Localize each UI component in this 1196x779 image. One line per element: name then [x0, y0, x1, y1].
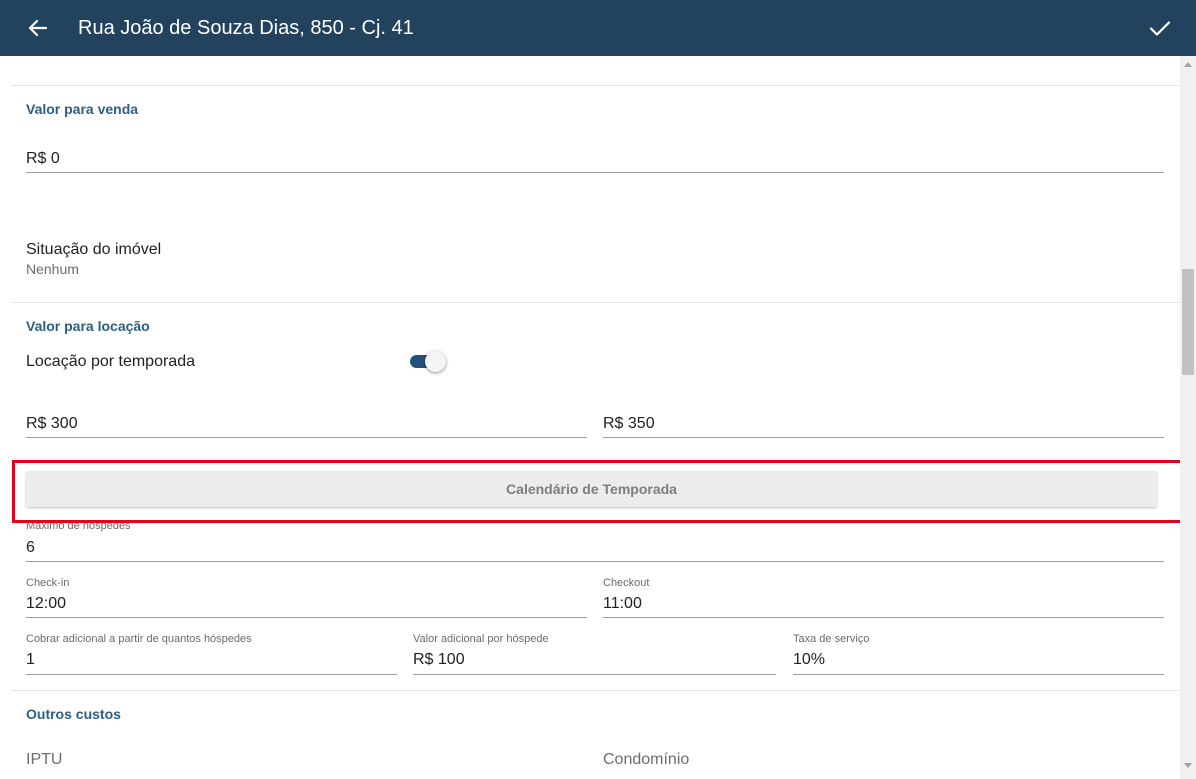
property-status-value: Nenhum	[26, 261, 79, 277]
service-fee-input[interactable]: 10%	[793, 651, 825, 669]
season-calendar-button[interactable]: Calendário de Temporada	[26, 471, 1157, 507]
property-status-label[interactable]: Situação do imóvel	[26, 241, 161, 259]
sale-price-input[interactable]: R$ 0	[26, 150, 60, 168]
rent-price-input-1[interactable]: R$ 300	[26, 415, 78, 433]
service-fee-label: Taxa de serviço	[793, 633, 870, 645]
checkin-input[interactable]: 12:00	[26, 595, 66, 613]
divider	[11, 302, 1180, 303]
confirm-button[interactable]	[1144, 12, 1176, 44]
checkout-label: Checkout	[603, 577, 650, 589]
check-icon	[1149, 21, 1171, 36]
divider	[11, 690, 1180, 691]
extra-from-input[interactable]: 1	[26, 651, 35, 669]
checkin-underline	[26, 617, 587, 618]
rent-price-2-underline	[603, 437, 1164, 438]
section-title-other-costs: Outros custos	[26, 706, 121, 722]
page-title: Rua João de Souza Dias, 850 - Cj. 41	[78, 17, 414, 39]
rent-price-1-underline	[26, 437, 587, 438]
rent-price-input-2[interactable]: R$ 350	[603, 415, 655, 433]
extra-value-underline	[413, 674, 776, 675]
extra-value-label: Valor adicional por hóspede	[413, 633, 549, 645]
back-button[interactable]	[22, 12, 54, 44]
max-guests-underline	[26, 561, 1164, 562]
arrow-left-icon	[28, 19, 48, 37]
scroll-up-arrow-icon[interactable]	[1184, 62, 1192, 67]
seasonal-rent-toggle[interactable]	[410, 349, 448, 375]
section-title-rent: Valor para locação	[26, 318, 150, 334]
form-content[interactable]: Valor para venda R$ 0 Situação do imóvel…	[0, 56, 1180, 779]
extra-value-input[interactable]: R$ 100	[413, 651, 465, 669]
iptu-input[interactable]: IPTU	[26, 751, 62, 769]
section-title-sale: Valor para venda	[26, 101, 139, 117]
sale-price-underline	[26, 172, 1164, 173]
app-bar: Rua João de Souza Dias, 850 - Cj. 41	[0, 0, 1196, 56]
extra-from-label: Cobrar adicional a partir de quantos hós…	[26, 633, 252, 645]
max-guests-label: Máximo de hóspedes	[26, 520, 131, 532]
checkin-label: Check-in	[26, 577, 70, 589]
max-guests-input[interactable]: 6	[26, 539, 35, 557]
extra-from-underline	[26, 674, 397, 675]
scrollbar[interactable]	[1180, 56, 1196, 779]
divider	[11, 85, 1180, 86]
condo-input[interactable]: Condomínio	[603, 751, 689, 769]
scroll-down-arrow-icon[interactable]	[1184, 763, 1192, 768]
checkout-input[interactable]: 11:00	[603, 595, 642, 613]
checkout-underline	[603, 617, 1164, 618]
scrollbar-thumb[interactable]	[1182, 269, 1194, 375]
service-fee-underline	[793, 674, 1164, 675]
seasonal-rent-label: Locação por temporada	[26, 353, 195, 370]
toggle-knob	[425, 351, 446, 372]
